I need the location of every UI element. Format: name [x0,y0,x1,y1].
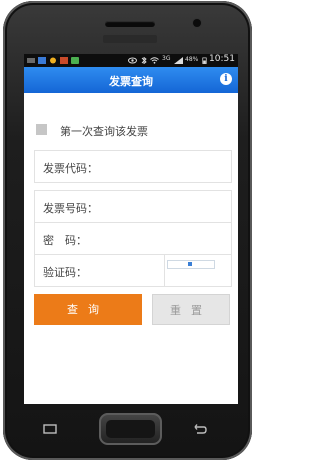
earpiece-speaker [105,21,155,27]
back-icon[interactable] [191,423,207,435]
signal-icon [174,57,183,64]
first-query-checkbox[interactable] [36,124,47,135]
invoice-number-label: 发票号码： [43,202,98,215]
weather-icon [50,57,56,64]
app-screen: 3G 48% 10:51 发票查询 i 第一次查询该发票 发票代码： 发票号码：… [24,54,238,404]
captcha-divider [164,255,165,286]
invoice-detail-group: 发票号码： 密 码： 验证码： [34,190,232,287]
home-button-inner [106,420,155,438]
password-field[interactable]: 密 码： [35,223,231,255]
page-title: 发票查询 [109,75,153,88]
usb-icon [27,58,35,63]
captcha-label: 验证码： [43,266,87,279]
app-notification-icon [71,57,79,64]
home-button[interactable] [99,413,162,445]
password-label: 密 码： [43,234,87,247]
invoice-code-label: 发票代码： [43,162,98,175]
eye-icon [128,57,137,64]
invoice-number-field[interactable]: 发票号码： [35,191,231,223]
info-icon[interactable]: i [220,73,232,85]
status-bar: 3G 48% 10:51 [24,54,238,67]
menu-icon[interactable] [43,424,57,434]
front-camera-icon [193,19,201,27]
network-type-label: 3G [162,55,171,62]
captcha-image[interactable] [167,260,215,269]
notification-icon [60,57,68,64]
status-time: 10:51 [209,54,235,64]
battery-icon [202,57,207,64]
image-icon [38,57,46,64]
title-bar: 发票查询 i [24,67,238,93]
battery-percent: 48% [185,56,199,63]
bluetooth-icon [141,57,147,64]
phone-frame: 3G 48% 10:51 发票查询 i 第一次查询该发票 发票代码： 发票号码：… [3,1,252,460]
phone-logo [103,35,157,43]
invoice-code-field[interactable]: 发票代码： [34,150,232,183]
first-query-label: 第一次查询该发票 [60,125,148,138]
query-button[interactable]: 查询 [34,294,142,325]
captcha-field[interactable]: 验证码： [35,255,164,286]
reset-button[interactable]: 重置 [152,294,230,325]
wifi-icon [150,57,159,64]
captcha-glyph [188,262,192,266]
